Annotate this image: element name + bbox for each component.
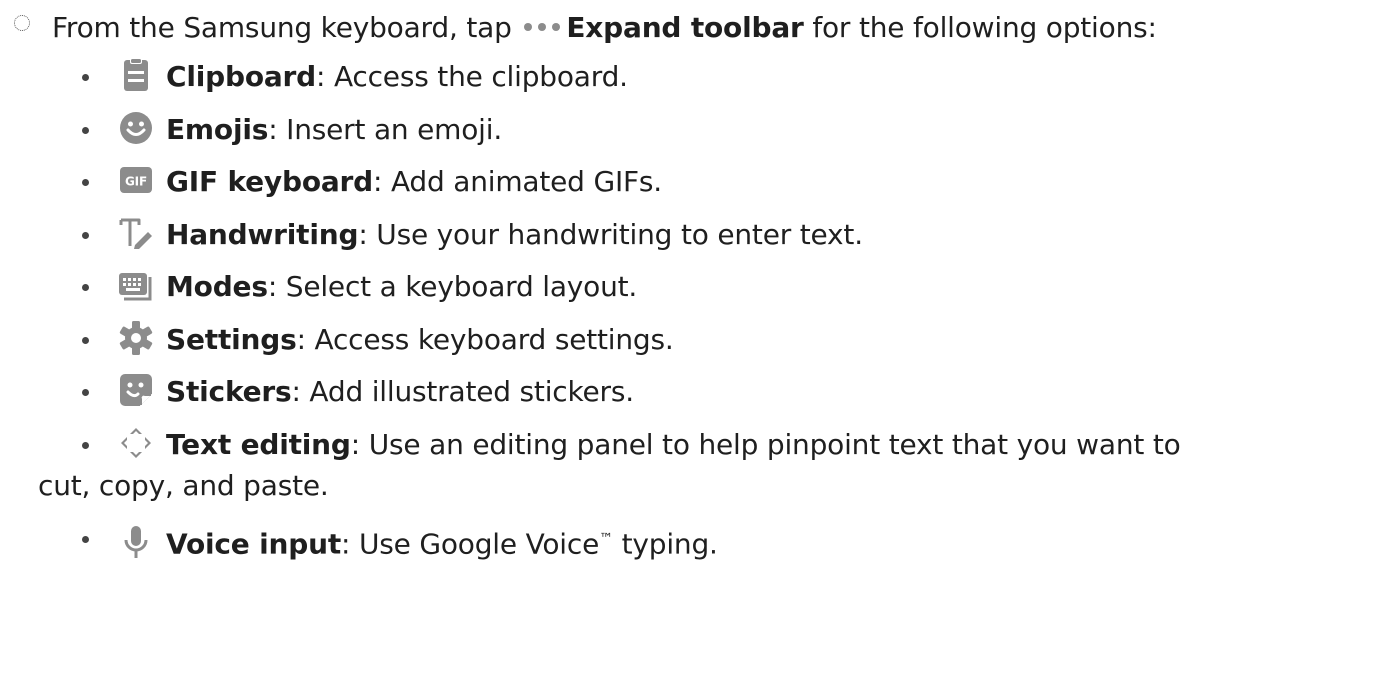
list-item-emojis: Emojis: Insert an emoji. — [82, 110, 1382, 150]
step-bullet-icon — [14, 15, 30, 31]
document: From the Samsung keyboard, tap Expand to… — [0, 0, 1393, 673]
toolbar-options-list: Clipboard: Access the clipboard. Emojis:… — [38, 57, 1382, 577]
bullet — [82, 536, 89, 543]
item-desc-continued: cut, copy, and paste. — [38, 468, 329, 502]
bullet — [82, 126, 89, 134]
list-item-gif-keyboard: GIF GIF keyboard: Add animated GIFs. — [82, 162, 1382, 202]
gear-icon — [118, 320, 154, 356]
item-desc: : Use Google Voice — [341, 527, 600, 561]
item-label: Text editing — [166, 427, 351, 461]
intro-text-pre: From the Samsung keyboard, tap — [52, 11, 512, 44]
item-desc: : Add animated GIFs. — [373, 165, 663, 198]
bullet — [82, 74, 89, 81]
expand-toolbar-label: Expand toolbar — [566, 11, 804, 44]
gif-icon: GIF — [118, 162, 154, 198]
keyboard-modes-icon — [118, 267, 154, 303]
list-item-modes: Modes: Select a keyboard layout. — [82, 267, 1382, 307]
list-item-stickers: Stickers: Add illustrated stickers. — [82, 372, 1382, 412]
handwriting-icon — [118, 215, 154, 251]
microphone-icon — [118, 524, 154, 560]
list-item-clipboard: Clipboard: Access the clipboard. — [82, 57, 1382, 97]
list-item-text-editing: Text editing: Use an editing panel to he… — [38, 425, 1382, 507]
bullet — [82, 441, 89, 449]
item-desc: : Access keyboard settings. — [296, 322, 674, 356]
emoji-icon — [118, 110, 154, 146]
list-item-voice-input: Voice input: Use Google Voice™ typing. — [82, 519, 1382, 564]
item-label: Stickers — [166, 375, 292, 408]
intro-text-post: for the following options: — [812, 11, 1157, 44]
item-desc: : Select a keyboard layout. — [267, 270, 638, 303]
item-desc: : Insert an emoji. — [268, 112, 503, 146]
bullet — [82, 389, 89, 396]
bullet — [82, 231, 89, 239]
item-label: Modes — [166, 270, 268, 303]
item-label: GIF keyboard — [166, 165, 374, 198]
more-dots-icon — [524, 23, 561, 31]
item-label: Settings — [166, 322, 297, 356]
bullet — [82, 336, 89, 344]
intro-paragraph: From the Samsung keyboard, tap Expand to… — [14, 8, 1389, 48]
trademark-symbol: ™ — [599, 531, 613, 547]
sticker-icon — [118, 372, 154, 408]
text-editing-arrows-icon — [118, 425, 154, 461]
item-desc-end: typing. — [612, 527, 718, 561]
clipboard-icon — [118, 57, 154, 93]
item-desc: : Add illustrated stickers. — [291, 375, 634, 408]
item-desc: : Use an editing panel to help pinpoint … — [350, 427, 1181, 461]
item-label: Emojis — [166, 112, 269, 146]
list-item-handwriting: Handwriting: Use your handwriting to ent… — [82, 215, 1382, 255]
bullet — [82, 179, 89, 186]
bullet — [82, 284, 89, 291]
item-desc: : Use your handwriting to enter text. — [358, 217, 863, 251]
item-label: Voice input — [166, 527, 342, 561]
item-desc: : Access the clipboard. — [316, 60, 628, 93]
svg-text:GIF: GIF — [125, 175, 147, 189]
item-label: Clipboard — [166, 60, 317, 93]
item-label: Handwriting — [166, 217, 359, 251]
list-item-settings: Settings: Access keyboard settings. — [82, 320, 1382, 360]
